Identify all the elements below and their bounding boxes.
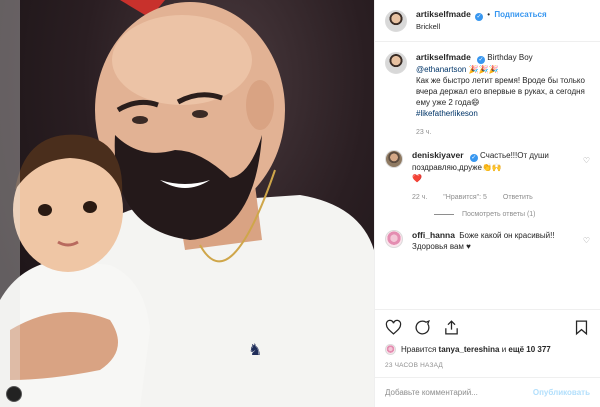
like-heart-icon[interactable] <box>385 319 402 336</box>
tagged-user-icon[interactable] <box>6 386 22 402</box>
comment-input[interactable] <box>385 388 533 397</box>
verified-badge-icon: ✓ <box>469 154 478 162</box>
post-details-panel: artikselfmade ✓ • Подписаться Brickell a… <box>374 0 600 407</box>
caption-username[interactable]: artikselfmade <box>416 52 471 62</box>
comment-meta: 22 ч. "Нравится": 5 Ответить <box>412 192 577 203</box>
view-replies-label[interactable]: Посмотреть ответы (1) <box>462 211 536 218</box>
comment-item: offi_hanna Боже какой он красивый!! Здор… <box>385 230 590 252</box>
separator-dot: • <box>487 10 491 19</box>
comment-likes[interactable]: "Нравится": 5 <box>443 194 487 201</box>
author-info: artikselfmade ✓ • Подписаться Brickell <box>416 8 547 33</box>
hashtag-link[interactable]: #likefatherlikeson <box>416 109 478 118</box>
follow-button[interactable]: Подписаться <box>494 10 546 19</box>
caption-time[interactable]: 23 ч. <box>416 129 431 136</box>
comment-bubble-icon[interactable] <box>414 319 431 336</box>
post-photo[interactable]: ♞ <box>0 0 374 407</box>
comment-item: deniskiyaver ✓ Счастье!!!От души поздрав… <box>385 150 590 203</box>
party-emoji: 🎉🎉🎉 <box>468 65 499 74</box>
publish-button[interactable]: Опубликовать <box>533 388 590 397</box>
photo-illustration: ♞ <box>0 0 374 407</box>
replies-line <box>434 214 454 215</box>
view-replies[interactable]: Посмотреть ответы (1) <box>434 211 590 218</box>
post-timestamp[interactable]: 23 ЧАСОВ НАЗАД <box>385 362 590 369</box>
post-actions: Нравится tanya_tereshina и ещё 10 377 23… <box>375 309 600 369</box>
caption-text: Как же быстро летит время! Вроде бы толь… <box>416 76 585 107</box>
red-heart-emoji: ❤️ <box>412 174 422 183</box>
share-icon[interactable] <box>443 319 460 336</box>
caption-meta: 23 ч. <box>416 127 590 138</box>
bookmark-icon[interactable] <box>573 319 590 336</box>
comment-time[interactable]: 22 ч. <box>412 194 427 201</box>
caption: artikselfmade ✓ Birthday Boy @ethanartso… <box>385 52 590 138</box>
liker-username[interactable]: tanya_tereshina <box>439 345 500 354</box>
svg-text:♞: ♞ <box>248 340 262 359</box>
comment-avatar[interactable] <box>385 150 403 168</box>
likes-count[interactable]: ещё 10 377 <box>508 345 550 354</box>
verified-badge-icon: ✓ <box>475 13 484 21</box>
reply-button[interactable]: Ответить <box>503 194 533 201</box>
comment-username[interactable]: deniskiyaver <box>412 150 464 160</box>
comment-avatar[interactable] <box>385 230 403 248</box>
comment-like-heart-icon[interactable]: ♡ <box>583 236 590 245</box>
author-avatar[interactable] <box>385 9 407 32</box>
likes-conj: и <box>501 345 507 354</box>
mention-link[interactable]: @ethanartson <box>416 65 466 74</box>
caption-line1: Birthday Boy <box>487 53 533 62</box>
liker-avatar <box>385 344 396 355</box>
post-header: artikselfmade ✓ • Подписаться Brickell <box>375 0 600 42</box>
comments-section[interactable]: artikselfmade ✓ Birthday Boy @ethanartso… <box>375 42 600 309</box>
verified-badge-icon: ✓ <box>477 56 486 64</box>
caption-avatar[interactable] <box>385 52 407 74</box>
location-link[interactable]: Brickell <box>416 21 547 33</box>
likes-summary[interactable]: Нравится tanya_tereshina и ещё 10 377 <box>385 344 590 355</box>
add-comment-bar: Опубликовать <box>375 377 600 407</box>
likes-prefix: Нравится <box>401 345 437 354</box>
comment-like-heart-icon[interactable]: ♡ <box>583 156 590 165</box>
comment-body: offi_hanna Боже какой он красивый!! Здор… <box>412 230 577 252</box>
action-icons <box>385 316 590 338</box>
caption-body: artikselfmade ✓ Birthday Boy @ethanartso… <box>416 52 590 138</box>
likes-text: Нравится tanya_tereshina и ещё 10 377 <box>401 345 551 354</box>
instagram-post: ♞ artikselfmade ✓ • Подписаться Brickell… <box>0 0 600 407</box>
author-username[interactable]: artikselfmade <box>416 9 471 19</box>
comment-body: deniskiyaver ✓ Счастье!!!От души поздрав… <box>412 150 577 203</box>
comment-username[interactable]: offi_hanna <box>412 230 455 240</box>
